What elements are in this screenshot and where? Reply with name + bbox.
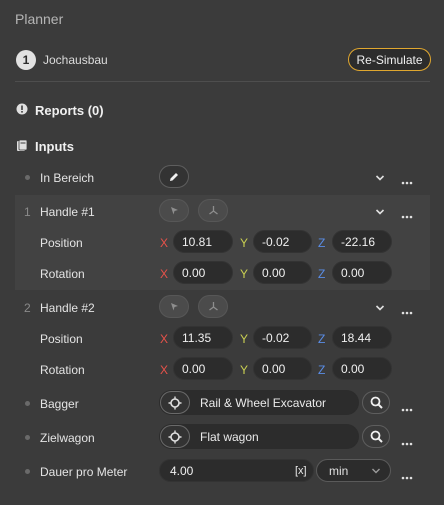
handle-2-position-x-input[interactable]: 11.35 (173, 326, 233, 349)
inputs-section-title[interactable]: Inputs (35, 139, 74, 154)
z-axis-label: Z (318, 332, 326, 346)
chevron-down-icon[interactable] (375, 302, 385, 316)
bagger-value: Rail & Wheel Excavator (200, 395, 327, 410)
book-icon (16, 139, 28, 155)
unit-value: min (329, 463, 349, 478)
axes-icon (208, 206, 218, 215)
bagger-search-button[interactable] (362, 391, 390, 414)
panel-title: Planner (15, 11, 64, 27)
y-axis-label: Y (240, 236, 249, 250)
header-divider (15, 81, 430, 82)
x-axis-label: X (160, 236, 169, 250)
gizmo-handle-button[interactable] (198, 199, 228, 222)
handle-2-position-label: Position (40, 332, 83, 346)
chevron-down-icon[interactable] (375, 172, 385, 186)
search-icon (370, 430, 383, 443)
z-axis-label: Z (318, 363, 326, 377)
in-bereich-label: In Bereich (40, 171, 95, 185)
target-icon[interactable] (160, 425, 190, 448)
target-icon[interactable] (160, 391, 190, 414)
row-bullet (25, 401, 30, 406)
chevron-down-icon (372, 468, 380, 474)
select-handle-button[interactable] (159, 199, 189, 222)
handle-1-rotation-z-input[interactable]: 0.00 (332, 261, 392, 284)
handle-2-position-y-input[interactable]: -0.02 (253, 326, 312, 349)
handle-2-position-z-input[interactable]: 18.44 (332, 326, 392, 349)
zielwagon-value: Flat wagon (200, 429, 259, 444)
z-axis-label: Z (318, 236, 326, 250)
step-number-badge: 1 (16, 50, 36, 70)
more-options-icon[interactable] (401, 208, 413, 222)
resimulate-button[interactable]: Re-Simulate (348, 48, 431, 71)
handle-2-label: Handle #2 (40, 301, 95, 315)
zielwagon-label: Zielwagon (40, 431, 95, 445)
x-axis-label: X (160, 332, 169, 346)
cursor-icon (170, 303, 178, 311)
y-axis-label: Y (240, 267, 249, 281)
axes-icon (208, 302, 218, 311)
x-axis-label: X (160, 267, 169, 281)
more-options-icon[interactable] (401, 435, 413, 449)
handle-1-position-y-input[interactable]: -0.02 (253, 230, 312, 253)
select-handle-button[interactable] (159, 295, 189, 318)
bagger-asset-field[interactable]: Rail & Wheel Excavator (159, 390, 359, 415)
handle-1-rotation-label: Rotation (40, 267, 85, 281)
y-axis-label: Y (240, 363, 249, 377)
handle-1-position-x-input[interactable]: 10.81 (173, 230, 233, 253)
dauer-value: 4.00 (170, 463, 194, 478)
cursor-icon (170, 207, 178, 215)
more-options-icon[interactable] (401, 304, 413, 318)
pencil-icon (170, 172, 178, 181)
unit-select[interactable]: min (316, 459, 391, 482)
handle-2-rotation-z-input[interactable]: 0.00 (332, 357, 392, 380)
gizmo-handle-button[interactable] (198, 295, 228, 318)
clear-expression-icon[interactable]: [x] (295, 465, 307, 477)
handle-1-label: Handle #1 (40, 205, 95, 219)
handle-2-rotation-y-input[interactable]: 0.00 (253, 357, 312, 380)
handle-2-rotation-label: Rotation (40, 363, 85, 377)
row-bullet (25, 435, 30, 440)
y-axis-label: Y (240, 332, 249, 346)
x-axis-label: X (160, 363, 169, 377)
chevron-down-icon[interactable] (375, 206, 385, 220)
bagger-label: Bagger (40, 397, 79, 411)
more-options-icon[interactable] (401, 401, 413, 415)
more-options-icon[interactable] (401, 174, 413, 188)
reports-section-title[interactable]: Reports (0) (35, 103, 104, 118)
handle-1-position-label: Position (40, 236, 83, 250)
step-label: Jochausbau (43, 53, 108, 67)
handle-1-number: 1 (24, 205, 31, 219)
dauer-value-input[interactable]: 4.00 (159, 459, 314, 482)
row-bullet (25, 175, 30, 180)
dauer-label: Dauer pro Meter (40, 465, 128, 479)
zielwagon-asset-field[interactable]: Flat wagon (159, 424, 359, 449)
handle-1-position-z-input[interactable]: -22.16 (332, 230, 392, 253)
handle-2-rotation-x-input[interactable]: 0.00 (173, 357, 233, 380)
more-options-icon[interactable] (401, 469, 413, 483)
row-bullet (25, 469, 30, 474)
handle-2-number: 2 (24, 301, 31, 315)
search-icon (370, 396, 383, 409)
z-axis-label: Z (318, 267, 326, 281)
edit-area-button[interactable] (159, 165, 189, 188)
alert-icon (16, 103, 28, 118)
handle-1-rotation-x-input[interactable]: 0.00 (173, 261, 233, 284)
handle-1-rotation-y-input[interactable]: 0.00 (253, 261, 312, 284)
zielwagon-search-button[interactable] (362, 425, 390, 448)
